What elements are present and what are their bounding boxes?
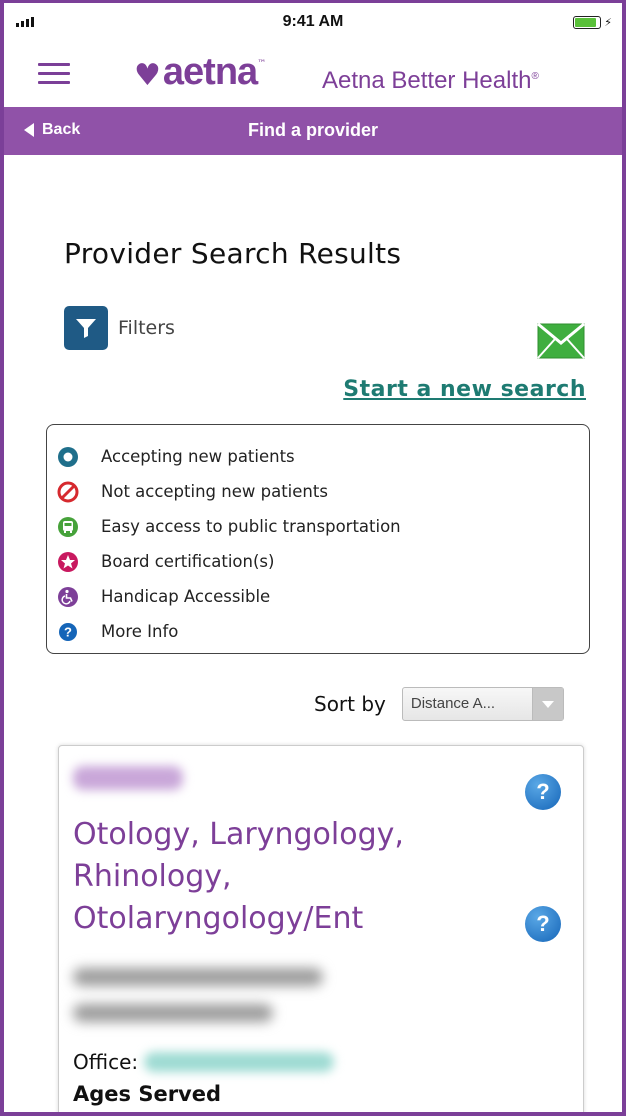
legend-box: Accepting new patients Not accepting new… — [46, 424, 590, 654]
menu-icon[interactable] — [38, 63, 70, 90]
brand-tagline: Aetna Better Health® — [322, 67, 539, 94]
legend-item: Easy access to public transportation — [57, 509, 579, 544]
app-frame: 9:41 AM ⚡ ♥ aetna ™ Aetna Better Health®… — [0, 0, 626, 1116]
heart-icon: ♥ — [134, 58, 161, 93]
bus-icon — [57, 516, 79, 538]
new-search-link[interactable]: Start a new search — [343, 377, 586, 402]
not-accepting-icon — [57, 481, 79, 503]
legend-item: Handicap Accessible — [57, 579, 579, 614]
accepting-patients-icon — [57, 446, 79, 468]
legend-item: Not accepting new patients — [57, 474, 579, 509]
legend-item: Board certification(s) — [57, 544, 579, 579]
office-label: Office: — [73, 1050, 139, 1074]
svg-text:?: ? — [64, 624, 72, 639]
logo-text: aetna — [162, 51, 258, 93]
address-redacted — [73, 1004, 273, 1022]
address-redacted — [73, 968, 323, 986]
sort-select[interactable]: Distance A... — [401, 687, 564, 721]
provider-name-redacted — [73, 766, 183, 790]
battery-icon: ⚡ — [573, 16, 612, 29]
sort-label: Sort by — [314, 692, 386, 716]
info-icon: ? — [57, 621, 79, 643]
star-icon — [57, 551, 79, 573]
legend-item: ? More Info — [57, 614, 579, 649]
status-time: 9:41 AM — [282, 13, 344, 30]
sort-selected-value: Distance A... — [410, 695, 496, 712]
office-phone-row: Office: — [73, 1050, 335, 1074]
nav-bar: Back Find a provider — [4, 107, 622, 155]
provider-specialty: Otology, Laryngology, Rhinology, Otolary… — [73, 817, 404, 936]
info-icon[interactable]: ? — [525, 774, 561, 810]
office-phone-redacted[interactable] — [144, 1052, 335, 1072]
sort-control: Sort by Distance A... — [314, 687, 564, 721]
chevron-down-icon[interactable] — [531, 688, 563, 720]
status-bar: 9:41 AM ⚡ — [4, 3, 622, 43]
ages-served-label: Ages Served — [73, 1082, 222, 1106]
filters-label: Filters — [118, 317, 175, 339]
filters-button[interactable]: Filters — [64, 306, 175, 350]
info-icon[interactable]: ? — [525, 906, 561, 942]
filter-icon[interactable] — [64, 306, 108, 350]
email-icon[interactable] — [537, 322, 585, 359]
aetna-logo: ♥ aetna ™ — [134, 51, 267, 93]
nav-title: Find a provider — [247, 120, 379, 140]
page-title: Provider Search Results — [64, 237, 402, 270]
legend-item: Accepting new patients — [57, 439, 579, 474]
provider-card: ? Otology, Laryngology, Rhinology, Otola… — [58, 745, 584, 1112]
wheelchair-icon — [57, 586, 79, 608]
